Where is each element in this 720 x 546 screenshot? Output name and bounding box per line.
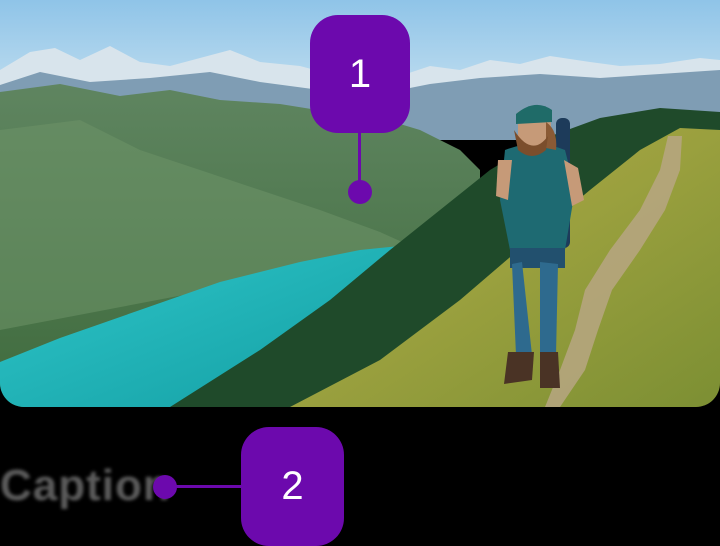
image-caption: Caption [0, 462, 170, 510]
annotation-number-2: 2 [281, 464, 304, 508]
annotation-badge-2: 2 [241, 427, 344, 546]
annotation-leader-1 [358, 133, 361, 186]
annotation-leader-2 [170, 485, 242, 488]
annotation-badge-1: 1 [310, 15, 410, 133]
annotation-number-1: 1 [348, 51, 372, 96]
caption-text: Caption [0, 461, 171, 510]
callout-dot-icon [348, 180, 372, 204]
